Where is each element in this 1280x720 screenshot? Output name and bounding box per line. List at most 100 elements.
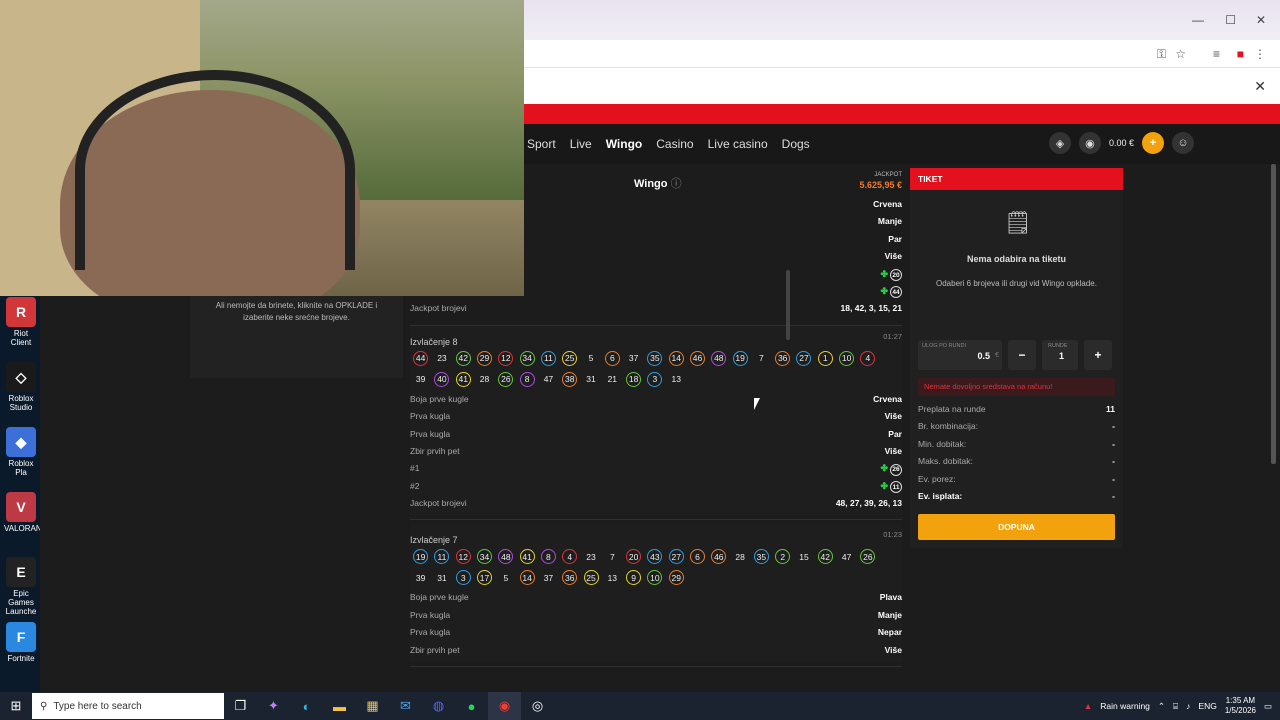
clover-icon: ✤	[880, 480, 888, 491]
number-ball: 39	[410, 369, 431, 390]
number-ball: 27	[666, 546, 687, 567]
rounds-input[interactable]: RUNDE 1	[1042, 340, 1078, 370]
nav-link-dogs[interactable]: Dogs	[782, 137, 810, 151]
summary-value: 11	[1106, 404, 1115, 414]
copilot-icon[interactable]: ✦	[257, 692, 290, 720]
summary-value: -	[1112, 421, 1115, 432]
number-ball: 12	[495, 348, 516, 369]
draw-title: Izvlačenje 8	[410, 336, 458, 347]
close-icon[interactable]: ✕	[1254, 78, 1266, 95]
number-ball: 19	[410, 546, 431, 567]
deposit-button[interactable]: +	[1142, 132, 1164, 154]
desktop-icon[interactable]: V VALORANT	[4, 492, 47, 533]
number-ball: 23	[431, 348, 452, 369]
ball-number: 47	[540, 371, 556, 387]
key-icon[interactable]: ⚿	[1157, 47, 1166, 62]
clover-icon: ✤	[880, 285, 888, 296]
info-icon[interactable]: ⓘ	[671, 178, 682, 190]
nav-link-live-casino[interactable]: Live casino	[708, 137, 768, 151]
desktop-icon[interactable]: R Riot Client	[4, 297, 38, 347]
taskbar-search[interactable]: ⚲ Type here to search	[32, 693, 224, 719]
ball-number: 23	[434, 350, 450, 366]
task-view-icon[interactable]: ❐	[224, 692, 257, 720]
close-window-button[interactable]: ✕	[1256, 13, 1266, 27]
balance: 0.00 €	[1108, 138, 1134, 148]
file-explorer-icon[interactable]: ▬	[323, 692, 356, 720]
result-value: Manje	[877, 609, 902, 620]
tray-chevron-icon[interactable]: ⌃	[1158, 701, 1165, 712]
number-ball: 20	[890, 269, 902, 282]
result-row: Boja prve kugle Crvena	[410, 394, 902, 411]
summary-label: Ev. isplata:	[918, 490, 963, 501]
network-icon[interactable]: ⌸	[1173, 701, 1178, 712]
number-ball: 39	[410, 567, 431, 588]
number-ball: 27	[793, 348, 814, 369]
desktop-icon-label: Roblox Pla	[8, 459, 34, 477]
steam-icon[interactable]: ◎	[521, 692, 554, 720]
notifications-icon[interactable]: ▭	[1264, 701, 1272, 712]
clock[interactable]: 1:35 AM 1/5/2026	[1225, 696, 1256, 716]
ball-number: 27	[668, 549, 684, 565]
summary-row: Min. dobitak: -	[918, 439, 1115, 456]
lang-indicator[interactable]: ENG	[1198, 701, 1216, 711]
nav-link-wingo[interactable]: Wingo	[606, 137, 643, 151]
ball-number: 12	[455, 549, 471, 565]
ball-number: 13	[604, 570, 620, 586]
store-icon[interactable]: ▦	[356, 692, 389, 720]
ball-number: 20	[626, 549, 642, 565]
mail-icon[interactable]: ✉	[389, 692, 422, 720]
result-value: Više	[884, 445, 902, 456]
deposit-cta-button[interactable]: DOPUNA	[918, 514, 1115, 540]
eye-icon[interactable]: ◉	[1078, 132, 1101, 154]
desktop-icon[interactable]: ◇ Roblox Studio	[4, 362, 38, 412]
desktop-icon[interactable]: ◆ Roblox Pla	[4, 427, 38, 477]
page-scrollbar[interactable]	[1271, 164, 1276, 464]
bookmark-star-icon[interactable]: ☆	[1175, 47, 1186, 61]
weather-text[interactable]: Rain warning	[1100, 701, 1150, 711]
number-ball: 36	[559, 567, 580, 588]
ball-number: 29	[668, 570, 684, 586]
desktop-icon[interactable]: F Fortnite	[4, 622, 38, 663]
chrome-icon[interactable]: ◉	[488, 692, 521, 720]
browser-menu-icon[interactable]: ⋮	[1254, 47, 1266, 61]
jackpot-numbers-row: Jackpot brojevi 48, 27, 39, 26, 13	[410, 498, 902, 509]
ball-number: 36	[775, 350, 791, 366]
ball-number: 4	[860, 350, 876, 366]
number-ball: 14	[666, 348, 687, 369]
ball-number: 28	[477, 371, 493, 387]
stake-input[interactable]: ULOG PO RUNDI 0.5 €	[918, 340, 1002, 370]
ball-number: 44	[413, 350, 429, 366]
spotify-icon[interactable]: ●	[455, 692, 488, 720]
maximize-button[interactable]: ☐	[1225, 13, 1236, 27]
extension-icon[interactable]: ■	[1237, 47, 1244, 61]
ball-number: 27	[796, 350, 812, 366]
nav-link-casino[interactable]: Casino	[656, 137, 693, 151]
rounds-decrease-button[interactable]: −	[1008, 340, 1036, 370]
volume-icon[interactable]: ♪	[1186, 701, 1190, 711]
user-account-icon[interactable]: ☺	[1172, 132, 1194, 154]
address-bar[interactable]: ⚿ ☆ ≡ ■ ⋮	[524, 40, 1280, 68]
edge-icon[interactable]: ◐	[290, 692, 323, 720]
ball-number: 19	[732, 350, 748, 366]
ball-number: 7	[753, 350, 769, 366]
desktop-icon[interactable]: E Epic Games Launche	[4, 557, 38, 616]
nav-link-sport[interactable]: Sport	[527, 137, 556, 151]
number-ball: 26	[857, 546, 878, 567]
windows-start-icon[interactable]: ⊞	[0, 692, 32, 720]
jackpot-value: 5.625,95 €	[859, 180, 902, 190]
result-label: Prva kugla	[410, 609, 451, 620]
media-controls-icon[interactable]: ≡	[1213, 47, 1220, 61]
nav-link-live[interactable]: Live	[570, 137, 592, 151]
mouse-cursor	[754, 398, 760, 410]
settings-icon[interactable]: ◈	[1048, 132, 1071, 154]
number-ball: 17	[474, 567, 495, 588]
rounds-increase-button[interactable]: +	[1084, 340, 1112, 370]
app-icon: R	[6, 297, 36, 327]
ball-number: 23	[583, 549, 599, 565]
discord-icon[interactable]: ◍	[422, 692, 455, 720]
weather-warning-icon[interactable]: ▲	[1084, 701, 1092, 711]
result-value: ✤ 20	[880, 269, 902, 282]
draws-scrollbar[interactable]	[786, 270, 790, 340]
number-ball: 40	[431, 369, 452, 390]
minimize-button[interactable]: —	[1192, 13, 1204, 27]
